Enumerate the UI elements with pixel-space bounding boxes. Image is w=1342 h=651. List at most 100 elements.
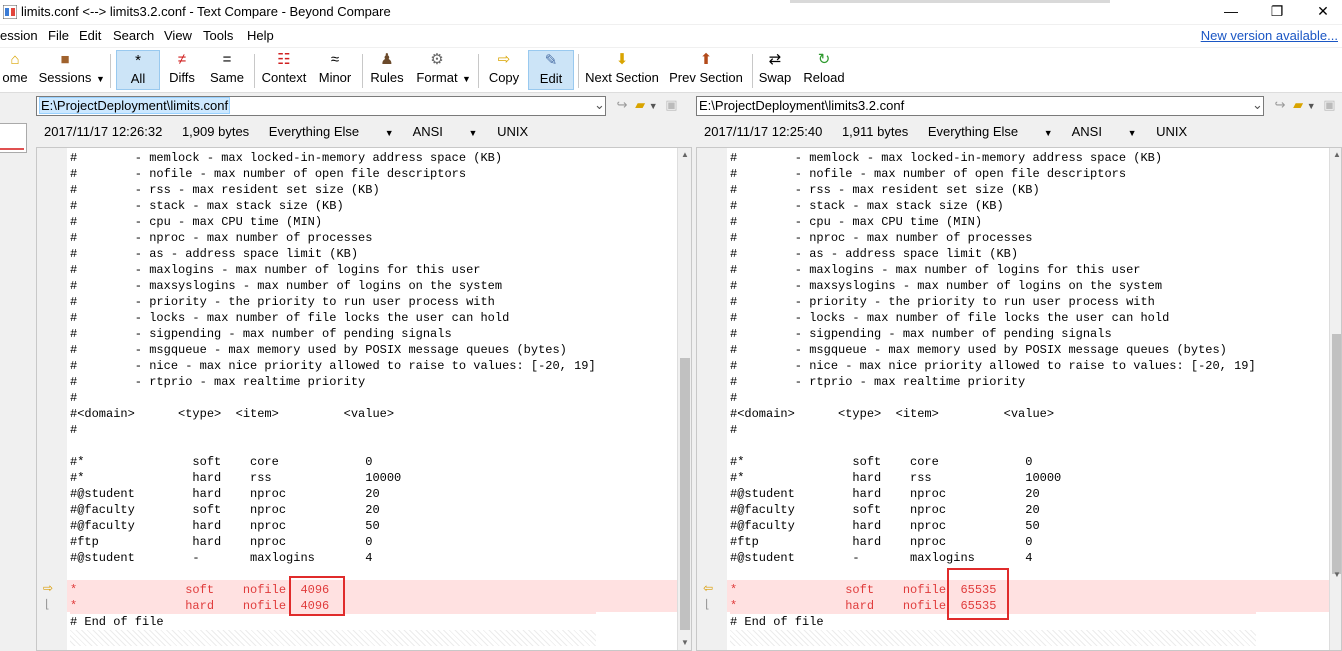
left-text-pane[interactable]: ⇨ ⌊ # - memlock - max locked-in-memory a… xyxy=(36,147,692,651)
code-line[interactable]: #ftp hard nproc 0 xyxy=(730,534,1256,550)
code-line[interactable]: # - msgqueue - max memory used by POSIX … xyxy=(730,342,1256,358)
left-folder-dropdown-icon[interactable]: ▼ xyxy=(649,101,658,111)
scroll-down-icon[interactable]: ▼ xyxy=(678,636,691,650)
code-line[interactable]: # - as - address space limit (KB) xyxy=(70,246,596,262)
right-filter-select[interactable]: Everything Else ▼ xyxy=(928,124,1053,139)
sessions-button[interactable]: ■ Sessions xyxy=(36,50,94,90)
code-line[interactable]: #@faculty soft nproc 20 xyxy=(730,502,1256,518)
code-line[interactable]: # - memlock - max locked-in-memory addre… xyxy=(730,150,1256,166)
code-line[interactable]: # - nofile - max number of open file des… xyxy=(730,166,1256,182)
right-browse-arrow-icon[interactable]: ↪ xyxy=(1275,97,1286,112)
left-lineend[interactable]: UNIX xyxy=(497,124,528,139)
rules-button[interactable]: ♟ Rules xyxy=(368,50,406,90)
code-line[interactable] xyxy=(730,438,1256,454)
menu-edit[interactable]: Edit xyxy=(79,28,101,43)
code-line[interactable]: #ftp hard nproc 0 xyxy=(70,534,596,550)
right-lineend[interactable]: UNIX xyxy=(1156,124,1187,139)
code-line[interactable]: # - sigpending - max number of pending s… xyxy=(70,326,596,342)
sessions-dropdown-icon[interactable]: ▼ xyxy=(96,74,105,84)
minimize-button[interactable]: — xyxy=(1208,0,1254,24)
code-line[interactable]: #* soft core 0 xyxy=(70,454,596,470)
maximize-button[interactable]: ❐ xyxy=(1254,0,1300,24)
format-button[interactable]: ⚙ Format xyxy=(413,50,461,90)
scroll-up-icon[interactable]: ▲ xyxy=(678,148,691,162)
code-line[interactable]: # - nproc - max number of processes xyxy=(70,230,596,246)
code-line[interactable]: # - rtprio - max realtime priority xyxy=(730,374,1256,390)
code-line[interactable]: # - rtprio - max realtime priority xyxy=(70,374,596,390)
right-path-dropdown-icon[interactable]: ⌄ xyxy=(1252,97,1263,112)
code-line[interactable]: # - as - address space limit (KB) xyxy=(730,246,1256,262)
code-line[interactable]: #* soft core 0 xyxy=(730,454,1256,470)
code-line[interactable]: #* hard rss 10000 xyxy=(70,470,596,486)
scroll-down-icon[interactable]: ▼ xyxy=(1330,568,1341,582)
code-line[interactable]: # - nofile - max number of open file des… xyxy=(70,166,596,182)
left-path-input[interactable]: E:\ProjectDeployment\limits.conf xyxy=(36,96,606,116)
left-copy-arrow-icon[interactable]: ⇨ xyxy=(43,581,53,595)
context-button[interactable]: ☷ Context xyxy=(260,50,308,90)
code-line[interactable]: # - cpu - max CPU time (MIN) xyxy=(70,214,596,230)
reload-button[interactable]: ↻ Reload xyxy=(802,50,846,90)
all-button[interactable]: * All xyxy=(116,50,160,90)
left-save-icon[interactable]: ▣ xyxy=(665,97,677,112)
menu-file[interactable]: File xyxy=(48,28,69,43)
left-folder-icon[interactable]: ▰ xyxy=(635,97,645,112)
right-folder-dropdown-icon[interactable]: ▼ xyxy=(1307,101,1316,111)
code-line[interactable]: #* hard rss 10000 xyxy=(730,470,1256,486)
left-path-dropdown-icon[interactable]: ⌄ xyxy=(594,97,605,112)
right-vertical-scrollbar[interactable]: ▲ ▼ xyxy=(1329,148,1341,650)
right-save-icon[interactable]: ▣ xyxy=(1323,97,1335,112)
code-line[interactable]: #@student hard nproc 20 xyxy=(70,486,596,502)
swap-button[interactable]: ⇄ Swap xyxy=(758,50,792,90)
left-browse-arrow-icon[interactable]: ↪ xyxy=(617,97,628,112)
code-line[interactable]: #@faculty hard nproc 50 xyxy=(730,518,1256,534)
code-line[interactable]: #<domain> <type> <item> <value> xyxy=(70,406,596,422)
copy-button[interactable]: ⇨ Copy xyxy=(486,50,522,90)
code-line[interactable]: # - priority - the priority to run user … xyxy=(730,294,1256,310)
code-line[interactable]: #@student - maxlogins 4 xyxy=(70,550,596,566)
code-line[interactable]: # - rss - max resident set size (KB) xyxy=(730,182,1256,198)
right-copy-arrow-icon[interactable]: ⇦ xyxy=(703,581,713,595)
minor-button[interactable]: ≈ Minor xyxy=(315,50,355,90)
code-line[interactable]: # - locks - max number of file locks the… xyxy=(70,310,596,326)
code-line[interactable]: # - stack - max stack size (KB) xyxy=(730,198,1256,214)
code-line[interactable]: # - nice - max nice priority allowed to … xyxy=(70,358,596,374)
same-button[interactable]: = Same xyxy=(208,50,246,90)
code-line[interactable]: # - priority - the priority to run user … xyxy=(70,294,596,310)
code-line[interactable]: # xyxy=(70,390,596,406)
code-line[interactable]: #@student hard nproc 20 xyxy=(730,486,1256,502)
right-encoding-select[interactable]: ANSI ▼ xyxy=(1072,124,1137,139)
side-thumbnail[interactable] xyxy=(0,123,27,153)
code-line[interactable]: # xyxy=(730,422,1256,438)
code-line[interactable]: # End of file xyxy=(70,614,596,630)
code-line[interactable]: # - nice - max nice priority allowed to … xyxy=(730,358,1256,374)
code-line[interactable]: # - rss - max resident set size (KB) xyxy=(70,182,596,198)
code-line[interactable]: #<domain> <type> <item> <value> xyxy=(730,406,1256,422)
code-line[interactable]: # - msgqueue - max memory used by POSIX … xyxy=(70,342,596,358)
code-line[interactable]: # xyxy=(730,390,1256,406)
menu-view[interactable]: View xyxy=(164,28,192,43)
code-line[interactable]: # - cpu - max CPU time (MIN) xyxy=(730,214,1256,230)
format-dropdown-icon[interactable]: ▼ xyxy=(462,74,471,84)
code-line[interactable]: # - maxlogins - max number of logins for… xyxy=(70,262,596,278)
menu-tools[interactable]: Tools xyxy=(203,28,233,43)
code-line[interactable]: # - sigpending - max number of pending s… xyxy=(730,326,1256,342)
code-line[interactable] xyxy=(70,438,596,454)
scroll-up-icon[interactable]: ▲ xyxy=(1330,148,1341,162)
code-line[interactable]: # - stack - max stack size (KB) xyxy=(70,198,596,214)
left-encoding-select[interactable]: ANSI ▼ xyxy=(413,124,478,139)
code-line[interactable]: # - maxsyslogins - max number of logins … xyxy=(70,278,596,294)
close-button[interactable]: ✕ xyxy=(1300,0,1342,24)
right-scrollbar-thumb[interactable] xyxy=(1332,334,1341,574)
edit-button[interactable]: ✎ Edit xyxy=(528,50,574,90)
menu-session[interactable]: ession xyxy=(0,28,38,43)
code-line[interactable]: # - maxlogins - max number of logins for… xyxy=(730,262,1256,278)
diffs-button[interactable]: ≠ Diffs xyxy=(164,50,200,90)
next-section-button[interactable]: ⬇ Next Section xyxy=(584,50,660,90)
new-version-link[interactable]: New version available... xyxy=(1201,28,1338,43)
menu-help[interactable]: Help xyxy=(247,28,274,43)
code-line[interactable]: # - maxsyslogins - max number of logins … xyxy=(730,278,1256,294)
left-vertical-scrollbar[interactable]: ▲ ▼ xyxy=(677,148,691,650)
prev-section-button[interactable]: ⬆ Prev Section xyxy=(668,50,744,90)
left-filter-select[interactable]: Everything Else ▼ xyxy=(269,124,394,139)
menu-search[interactable]: Search xyxy=(113,28,154,43)
